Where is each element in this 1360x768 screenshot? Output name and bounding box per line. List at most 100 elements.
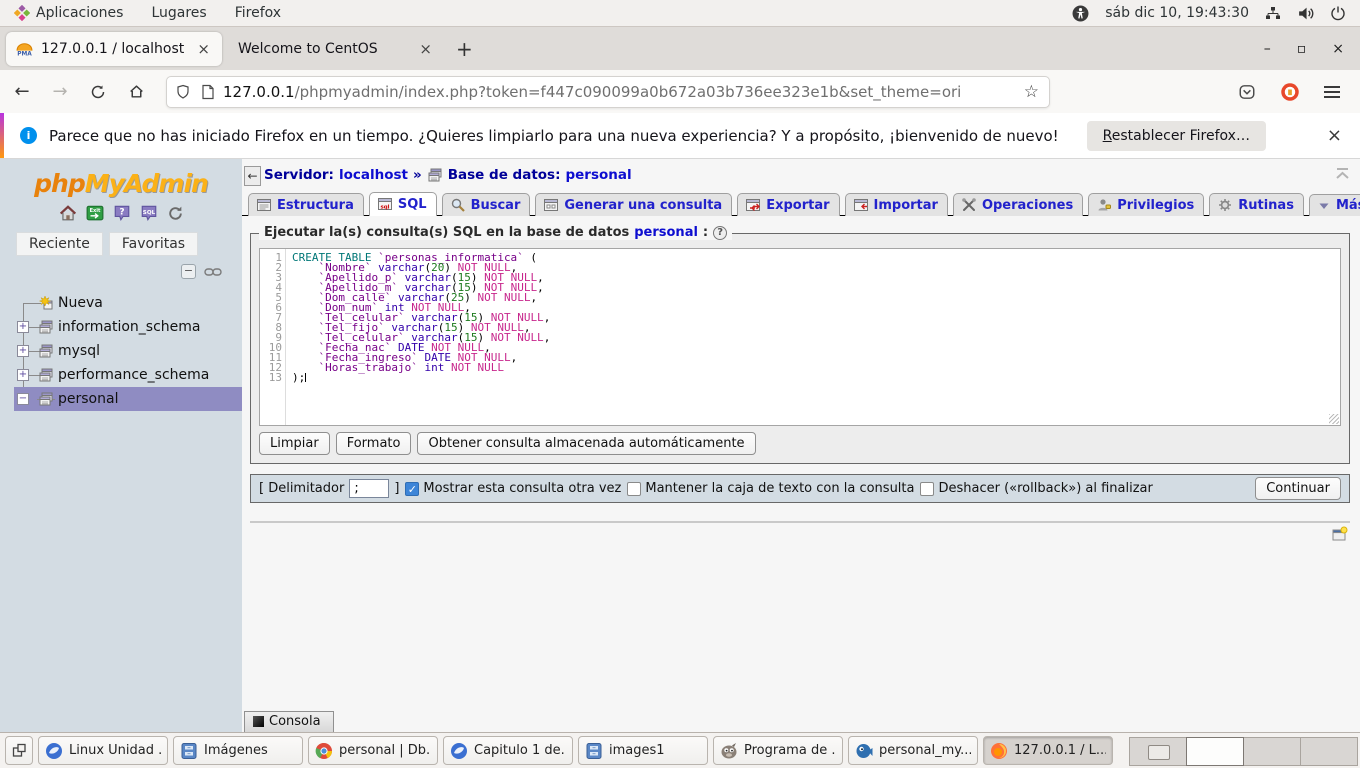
checkbox[interactable]: ✓	[405, 482, 419, 496]
checkbox[interactable]	[920, 482, 934, 496]
tab-rutinas[interactable]: Rutinas	[1209, 193, 1304, 216]
option-deshacer[interactable]: Deshacer («rollback») al finalizar	[920, 481, 1152, 496]
editor-code[interactable]: CREATE TABLE `personas_informatica` ( `N…	[286, 249, 550, 425]
browser-tab-centos[interactable]: Welcome to CentOS ×	[228, 32, 444, 66]
clock[interactable]: sáb dic 10, 19:43:30	[1105, 5, 1249, 21]
taskbar-window-127-0-0-1-l-[interactable]: 127.0.0.1 / L...	[983, 736, 1113, 765]
console-toggle[interactable]: Consola	[244, 711, 334, 732]
tree-item-Nueva[interactable]: Nueva	[0, 291, 242, 315]
obtener-button[interactable]: Obtener consulta almacenada automáticame…	[417, 432, 755, 455]
workspace-1[interactable]	[1129, 737, 1187, 766]
tree-expander[interactable]: +	[17, 321, 29, 333]
hide-navigation-button[interactable]: ←	[244, 166, 261, 186]
taskbar-window-im-genes[interactable]: Imágenes	[173, 736, 303, 765]
formato-button[interactable]: Formato	[336, 432, 412, 455]
show-desktop-button[interactable]	[5, 736, 33, 765]
browser-tab-phpmyadmin[interactable]: PMA 127.0.0.1 / localhost / ×	[6, 32, 222, 66]
limpiar-button[interactable]: Limpiar	[259, 432, 330, 455]
volume-icon[interactable]	[1297, 5, 1314, 22]
tab-buscar[interactable]: Buscar	[442, 193, 531, 216]
notification-close-icon[interactable]: ×	[1327, 125, 1342, 146]
option-mantener[interactable]: Mantener la caja de texto con la consult…	[627, 481, 914, 496]
editor-resize-handle[interactable]	[1329, 414, 1339, 424]
power-icon[interactable]	[1330, 5, 1346, 21]
refresh-icon[interactable]	[167, 205, 184, 222]
checkbox[interactable]	[627, 482, 641, 496]
link-icon[interactable]	[204, 266, 222, 278]
firefox-menu[interactable]: Firefox	[221, 0, 295, 26]
reset-firefox-button[interactable]: Restablecer Firefox…	[1087, 121, 1266, 151]
workspace-3[interactable]	[1243, 737, 1301, 766]
workspace-2[interactable]	[1186, 737, 1244, 766]
tree-expander[interactable]: −	[17, 393, 29, 405]
window-maximize-button[interactable]: ▫	[1297, 41, 1307, 57]
svg-text:sql: sql	[380, 205, 389, 211]
help-icon[interactable]: ?	[113, 204, 131, 222]
applications-menu[interactable]: Aplicaciones	[0, 0, 137, 26]
database-icon	[38, 367, 54, 383]
server-link[interactable]: localhost	[339, 167, 408, 183]
home-icon[interactable]	[59, 204, 77, 222]
page-info-icon[interactable]	[201, 84, 215, 100]
tree-item-performance_schema[interactable]: + performance_schema	[0, 363, 242, 387]
taskbar-window-images1[interactable]: images1	[578, 736, 708, 765]
logout-icon[interactable]: Exit	[86, 204, 104, 222]
network-icon[interactable]	[1265, 5, 1281, 21]
delimiter-input[interactable]	[349, 479, 389, 498]
tab-sql[interactable]: sqlSQL	[369, 192, 437, 216]
taskbar-window-capitulo-1-de-[interactable]: Capitulo 1 de...	[443, 736, 573, 765]
extension-icon[interactable]	[1280, 82, 1300, 102]
option-mostrar[interactable]: ✓ Mostrar esta consulta otra vez	[405, 481, 621, 496]
tab-operaciones[interactable]: Operaciones	[953, 193, 1083, 216]
tab-close-icon[interactable]: ×	[417, 40, 434, 58]
recent-tables-select[interactable]: Reciente	[16, 232, 103, 256]
tab-importar[interactable]: Importar	[845, 193, 948, 216]
tree-item-mysql[interactable]: + mysql	[0, 339, 242, 363]
menu-hamburger-icon[interactable]	[1324, 86, 1340, 98]
tab-generar-una-consulta[interactable]: Generar una consulta	[535, 193, 732, 216]
chrome-icon	[315, 742, 333, 760]
collapse-all-icon[interactable]: −	[181, 264, 196, 279]
reload-button[interactable]	[82, 76, 114, 108]
url-bar[interactable]: 127.0.0.1/phpmyadmin/index.php?token=f44…	[166, 76, 1050, 108]
tree-item-personal[interactable]: − personal	[14, 387, 242, 411]
phpmyadmin-logo[interactable]: phpMyAdmin	[0, 159, 242, 198]
tab-close-icon[interactable]: ×	[195, 40, 212, 58]
db-link[interactable]: personal	[634, 225, 698, 240]
continue-button[interactable]: Continuar	[1255, 477, 1341, 500]
sql-window-icon[interactable]: SQL	[140, 204, 158, 222]
places-menu[interactable]: Lugares	[137, 0, 220, 26]
tab-estructura[interactable]: Estructura	[248, 193, 364, 216]
tab-más[interactable]: Más	[1309, 194, 1360, 216]
tree-expander[interactable]: +	[17, 345, 29, 357]
accessibility-icon[interactable]	[1072, 5, 1089, 22]
sql-editor[interactable]: 12345678910111213 CREATE TABLE `personas…	[259, 248, 1341, 426]
taskbar-window-personal-my-[interactable]: personal_my...	[848, 736, 978, 765]
taskbar-window-personal-db-[interactable]: personal | Db...	[308, 736, 438, 765]
db-link[interactable]: personal	[565, 167, 631, 183]
svg-text:SQL: SQL	[142, 210, 155, 216]
help-icon[interactable]: ?	[713, 226, 727, 240]
favorite-tables-select[interactable]: Favoritas	[109, 232, 198, 256]
window-minimize-button[interactable]: –	[1264, 41, 1271, 57]
query-options-bar: [ Delimitador ] ✓ Mostrar esta consulta …	[250, 474, 1350, 503]
bookmark-star-icon[interactable]: ☆	[1022, 82, 1041, 102]
home-button[interactable]	[120, 76, 152, 108]
tree-item-information_schema[interactable]: + information_schema	[0, 315, 242, 339]
new-window-icon[interactable]	[1331, 526, 1348, 542]
forward-button[interactable]: →	[44, 76, 76, 108]
back-button[interactable]: ←	[6, 76, 38, 108]
taskbar-window-linux-unidad-[interactable]: Linux Unidad ...	[38, 736, 168, 765]
scroll-to-top-icon[interactable]	[1335, 167, 1350, 180]
workspace-4[interactable]	[1300, 737, 1358, 766]
svg-text:PMA: PMA	[17, 51, 32, 57]
window-close-button[interactable]: ×	[1332, 41, 1344, 57]
new-tab-button[interactable]: +	[444, 37, 485, 61]
pocket-icon[interactable]	[1238, 83, 1256, 101]
window-list-taskbar: Linux Unidad ... Imágenes personal | Db.…	[0, 732, 1360, 768]
shield-icon[interactable]	[175, 84, 191, 100]
tab-exportar[interactable]: Exportar	[737, 193, 839, 216]
tree-expander[interactable]: +	[17, 369, 29, 381]
tab-privilegios[interactable]: Privilegios	[1088, 193, 1204, 216]
taskbar-window-programa-de-[interactable]: Programa de ...	[713, 736, 843, 765]
